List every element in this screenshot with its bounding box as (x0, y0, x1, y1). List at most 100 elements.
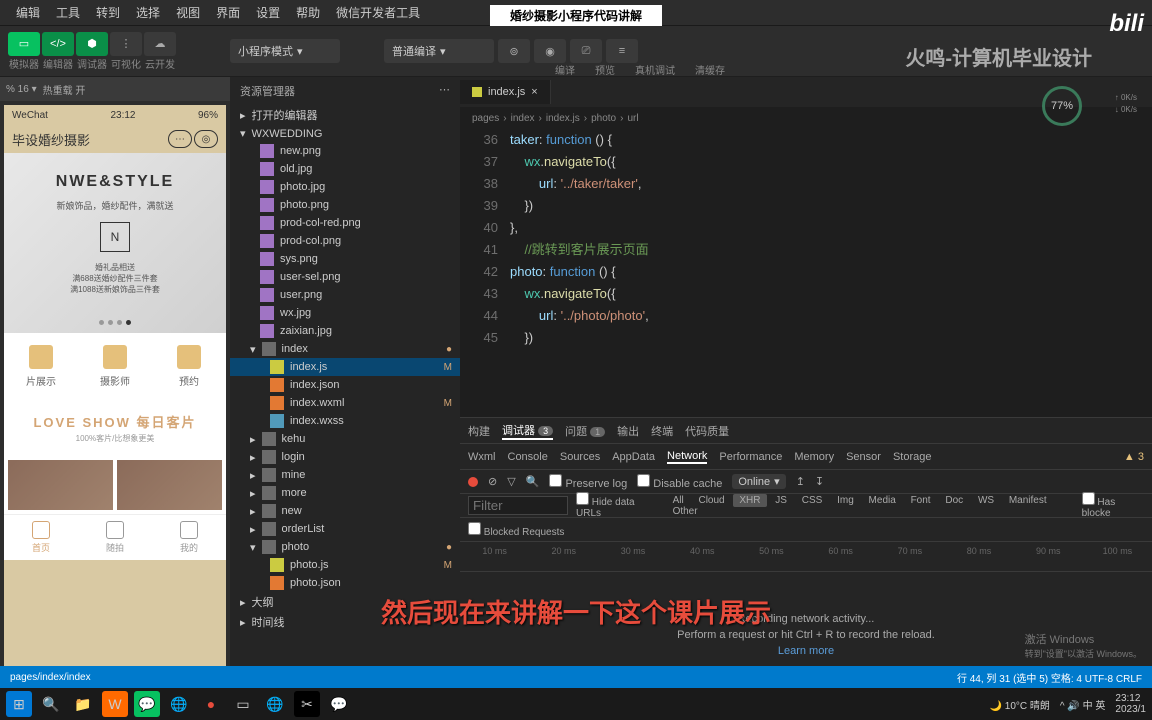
filter-input[interactable] (468, 496, 568, 515)
dt-quality[interactable]: 代码质量 (685, 423, 729, 439)
download-icon[interactable]: ↧ (815, 475, 824, 488)
dt-sources[interactable]: Sources (560, 451, 600, 463)
file-item[interactable]: photo.png (230, 196, 460, 214)
file-item[interactable]: prod-col-red.png (230, 214, 460, 232)
capcut-icon[interactable]: ✂ (294, 691, 320, 717)
clock[interactable]: 23:122023/1 (1115, 693, 1146, 715)
menu-goto[interactable]: 转到 (88, 4, 128, 21)
menu-view[interactable]: 视图 (168, 4, 208, 21)
capsule-more-icon[interactable]: ⋯ (168, 130, 192, 148)
folder-photo[interactable]: ▾ photo● (230, 538, 460, 556)
folder-item[interactable]: ▸ login (230, 448, 460, 466)
filter-WS[interactable]: WS (972, 494, 1000, 507)
dt-output[interactable]: 输出 (617, 423, 639, 439)
status-cursor[interactable]: 行 44, 列 31 (选中 5) 空格: 4 UTF-8 CRLF (957, 674, 1142, 685)
weather[interactable]: 🌙 10°C 晴朗 (990, 697, 1050, 712)
blocked-req[interactable]: Blocked Requests (468, 522, 564, 538)
app-icon[interactable]: 💬 (326, 691, 352, 717)
thumb[interactable] (8, 460, 113, 510)
file-item[interactable]: prod-col.png (230, 232, 460, 250)
thumb[interactable] (117, 460, 222, 510)
file-item[interactable]: user-sel.png (230, 268, 460, 286)
folder-index[interactable]: ▾ index● (230, 340, 460, 358)
action-cache[interactable]: 清缓存 (695, 62, 725, 77)
status-path[interactable]: pages/index/index (10, 672, 91, 683)
preserve-log[interactable]: Preserve log (549, 474, 627, 490)
dt-console[interactable]: Console (508, 451, 548, 463)
file-item[interactable]: new.png (230, 142, 460, 160)
cell-photographer[interactable]: 摄影师 (78, 345, 152, 388)
project-root[interactable]: ▾ WXWEDDING (230, 125, 460, 142)
record-button[interactable] (468, 477, 478, 487)
folder-item[interactable]: ▸ kehu (230, 430, 460, 448)
filter-Media[interactable]: Media (863, 494, 902, 507)
debugger-button[interactable]: ⬢ (76, 32, 108, 56)
menu-settings[interactable]: 设置 (248, 4, 288, 21)
file-item[interactable]: zaixian.jpg (230, 322, 460, 340)
menu-edit[interactable]: 编辑 (8, 4, 48, 21)
clear-icon[interactable]: ⊘ (488, 475, 497, 488)
tab-snap[interactable]: 随拍 (78, 521, 152, 554)
dt-sensor[interactable]: Sensor (846, 451, 881, 463)
editor-tab[interactable]: index.js × (460, 80, 551, 104)
capsule-close-icon[interactable]: ◎ (194, 130, 218, 148)
preview-button[interactable]: ◉ (534, 39, 566, 63)
compile-dropdown[interactable]: 普通编译 ▾ (384, 39, 494, 63)
app-icon[interactable]: W (102, 691, 128, 717)
clear-cache-button[interactable]: ≡ (606, 39, 638, 63)
file-item[interactable]: photo.jsM (230, 556, 460, 574)
dt-perf[interactable]: Performance (719, 451, 782, 463)
menu-tools[interactable]: 工具 (48, 4, 88, 21)
disable-cache[interactable]: Disable cache (637, 474, 722, 490)
dt-terminal[interactable]: 终端 (651, 423, 673, 439)
hot-reload[interactable]: 热重载 开 (43, 82, 86, 97)
folder-item[interactable]: ▸ mine (230, 466, 460, 484)
file-item[interactable]: index.jsM (230, 358, 460, 376)
filter-JS[interactable]: JS (769, 494, 793, 507)
dt-storage[interactable]: Storage (893, 451, 932, 463)
folder-item[interactable]: ▸ orderList (230, 520, 460, 538)
menu-select[interactable]: 选择 (128, 4, 168, 21)
banner[interactable]: NWE&STYLE 新娘饰品，婚纱配件，满就送 N 婚礼品相送 满688送婚纱配… (4, 153, 226, 333)
folder-item[interactable]: ▸ more (230, 484, 460, 502)
open-editors[interactable]: ▸ 打开的编辑器 (230, 105, 460, 125)
filter-CSS[interactable]: CSS (796, 494, 829, 507)
record-icon[interactable]: ● (198, 691, 224, 717)
chrome-icon[interactable]: 🌐 (262, 691, 288, 717)
folder-item[interactable]: ▸ new (230, 502, 460, 520)
dt-build[interactable]: 构建 (468, 423, 490, 439)
mode-dropdown[interactable]: 小程序模式 ▾ (230, 39, 340, 63)
code-editor[interactable]: 36373839404142434445 taker: function () … (460, 129, 1152, 417)
dt-debugger[interactable]: 调试器 3 (502, 422, 553, 440)
dt-appdata[interactable]: AppData (612, 451, 655, 463)
app-icon[interactable]: ▭ (230, 691, 256, 717)
filter-Doc[interactable]: Doc (939, 494, 969, 507)
action-device[interactable]: 真机调试 (635, 62, 675, 77)
visual-button[interactable]: ⋮ (110, 32, 142, 56)
tray-icons[interactable]: ^ 🔊 中 英 (1060, 697, 1105, 712)
menu-help[interactable]: 帮助 (288, 4, 328, 21)
throttle-dropdown[interactable]: Online ▾ (732, 474, 785, 489)
file-item[interactable]: index.json (230, 376, 460, 394)
hide-urls[interactable]: Hide data URLs (576, 492, 659, 519)
file-item[interactable]: index.wxmlM (230, 394, 460, 412)
file-item[interactable]: old.jpg (230, 160, 460, 178)
search-icon[interactable]: 🔍 (38, 691, 64, 717)
cloud-button[interactable]: ☁ (144, 32, 176, 56)
phone-preview[interactable]: WeChat23:1296% 毕设婚纱摄影 ⋯◎ NWE&STYLE 新娘饰品，… (4, 105, 226, 693)
more-icon[interactable]: ⋯ (439, 83, 450, 99)
has-blocked[interactable]: Has blocke (1082, 492, 1144, 519)
upload-icon[interactable]: ↥ (796, 475, 805, 488)
search-icon[interactable]: 🔍 (526, 475, 540, 488)
dt-problems[interactable]: 问题 1 (565, 423, 605, 439)
tab-mine[interactable]: 我的 (152, 521, 226, 554)
action-preview[interactable]: 预览 (595, 62, 615, 77)
file-item[interactable]: photo.jpg (230, 178, 460, 196)
file-item[interactable]: user.png (230, 286, 460, 304)
device-debug-button[interactable]: ⎚ (570, 39, 602, 63)
dt-network[interactable]: Network (667, 450, 707, 464)
file-item[interactable]: wx.jpg (230, 304, 460, 322)
learn-more-link[interactable]: Learn more (778, 645, 834, 657)
app-icon[interactable]: 🌐 (166, 691, 192, 717)
start-button[interactable]: ⊞ (6, 691, 32, 717)
